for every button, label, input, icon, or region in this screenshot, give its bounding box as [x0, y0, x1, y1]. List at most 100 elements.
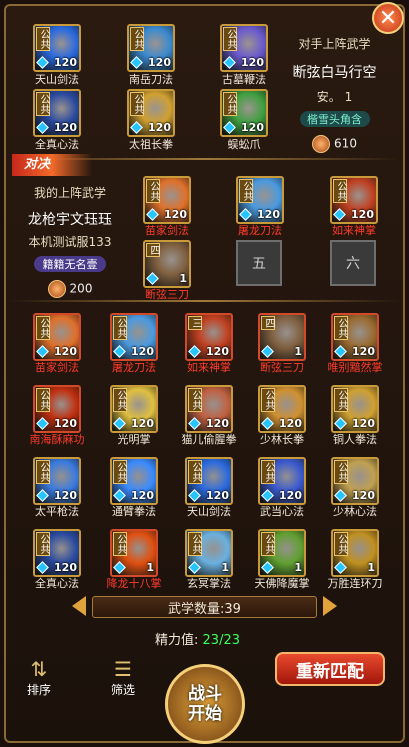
slot-5-label: 五 [252, 256, 266, 272]
opponent-skill-card[interactable]: 公共 120 [127, 24, 175, 72]
skill-tag: 公共 [334, 388, 348, 412]
energy-label: 精力值: [155, 633, 199, 648]
library-skill-card[interactable]: 公共 1 [110, 529, 158, 577]
skill-level: 1 [146, 561, 154, 574]
gem-icon [261, 489, 274, 502]
gem-icon [334, 417, 347, 430]
equipped-skill-card[interactable]: 公共 120 [330, 176, 378, 224]
skill-tag: 公共 [188, 460, 202, 484]
skill-level: 120 [131, 417, 154, 430]
slot-6-label: 六 [346, 256, 360, 272]
opponent-skill-card[interactable]: 公共 120 [127, 89, 175, 137]
gem-icon [36, 561, 49, 574]
skill-name: 降龙十八掌 [106, 577, 162, 590]
skill-name: 天佛降魔掌 [254, 577, 310, 590]
start-battle-button[interactable]: 战斗 开始 [165, 664, 245, 744]
skill-level: 120 [54, 417, 77, 430]
skill-count: 武学数量:39 [168, 601, 241, 617]
skill-name: 断弦三刀 [260, 361, 304, 374]
skill-name: 苗家剑法 [145, 224, 189, 237]
sort-button[interactable]: ⇅ 排序 [14, 652, 64, 702]
gem-icon [261, 561, 274, 574]
opponent-guild-badge: 楷雪头角含 [299, 111, 370, 127]
skill-level: 120 [279, 417, 302, 430]
gem-icon [113, 345, 126, 358]
prev-page-arrow[interactable] [72, 596, 86, 616]
library-skill-card[interactable]: 公共 120 [331, 385, 379, 433]
library-skill-card[interactable]: 公共 120 [110, 313, 158, 361]
locked-slot-5[interactable]: 五 [236, 240, 282, 286]
opponent-skill-card[interactable]: 公共 120 [33, 89, 81, 137]
equipped-skill-card[interactable]: 公共 120 [143, 176, 191, 224]
opponent-skill-card[interactable]: 公共 120 [220, 89, 268, 137]
skill-name: 太平枪法 [35, 505, 79, 518]
gem-icon [334, 489, 347, 502]
library-skill-card[interactable]: 公共 120 [258, 385, 306, 433]
skill-tag: 公共 [261, 460, 275, 484]
my-header: 我的上阵武学 [33, 186, 106, 200]
gem-icon [146, 208, 159, 221]
skill-tag: 公共 [36, 532, 50, 556]
gem-icon [113, 417, 126, 430]
skill-tag: 公共 [36, 316, 50, 340]
gem-icon [36, 345, 49, 358]
skill-name: 屠龙刀法 [238, 224, 282, 237]
locked-slot-6[interactable]: 六 [330, 240, 376, 286]
library-skill-card[interactable]: 公共 1 [331, 529, 379, 577]
rematch-button[interactable]: 重新匹配 [275, 652, 385, 686]
library-skill-card[interactable]: 公共 120 [331, 457, 379, 505]
skill-tag: 公共 [130, 92, 144, 116]
skill-name: 玄冥掌法 [187, 577, 231, 590]
library-skill-card[interactable]: 公共 120 [110, 457, 158, 505]
skill-name: 猫儿偷腥拳 [181, 433, 237, 446]
skill-tag: 公共 [261, 532, 275, 556]
opponent-skill-card[interactable]: 公共 120 [220, 24, 268, 72]
skill-level: 120 [148, 121, 171, 134]
library-skill-card[interactable]: 三 120 [185, 313, 233, 361]
library-skill-card[interactable]: 公共 120 [331, 313, 379, 361]
coin-icon [312, 135, 331, 153]
library-skill-card[interactable]: 公共 120 [185, 457, 233, 505]
skill-tag: 公共 [113, 532, 127, 556]
skill-level: 1 [294, 345, 302, 358]
equipped-skill-card[interactable]: 公共 120 [236, 176, 284, 224]
my-power: 200 [10, 280, 130, 298]
library-skill-card[interactable]: 四1 [258, 313, 306, 361]
skill-level: 120 [54, 121, 77, 134]
skill-name: 全真心法 [35, 138, 79, 151]
skill-tag: 公共 [223, 27, 237, 51]
library-skill-card[interactable]: 公共 120 [33, 457, 81, 505]
skill-tag: 四 [261, 316, 275, 330]
library-skill-card[interactable]: 公共 1 [185, 529, 233, 577]
filter-icon: ☰ [114, 656, 132, 681]
skill-name: 少林心法 [333, 505, 377, 518]
gem-icon [188, 489, 201, 502]
skill-level: 120 [352, 345, 375, 358]
skill-name: 天山剑法 [35, 73, 79, 86]
opponent-server: 安。 1 [316, 90, 353, 104]
skill-name: 铜人拳法 [333, 433, 377, 446]
opponent-skill-card[interactable]: 公共 120 [33, 24, 81, 72]
skill-name: 少林长拳 [260, 433, 304, 446]
library-skill-card[interactable]: 公共 1 [258, 529, 306, 577]
library-skill-card[interactable]: 公共 120 [185, 385, 233, 433]
gem-icon [146, 272, 159, 285]
skill-tag: 公共 [239, 179, 253, 203]
close-icon: ✕ [378, 5, 398, 31]
my-power-value: 200 [69, 281, 93, 296]
library-skill-card[interactable]: 公共 120 [33, 529, 81, 577]
library-skill-card[interactable]: 公共 120 [33, 313, 81, 361]
skill-level: 120 [54, 345, 77, 358]
gem-icon [334, 345, 347, 358]
skill-level: 120 [206, 417, 229, 430]
library-skill-card[interactable]: 公共 120 [110, 385, 158, 433]
skill-level: 1 [294, 561, 302, 574]
equipped-skill-card[interactable]: 四1 [143, 240, 191, 288]
next-page-arrow[interactable] [323, 596, 337, 616]
library-skill-card[interactable]: 公共 120 [258, 457, 306, 505]
filter-button[interactable]: ☰ 筛选 [98, 652, 148, 702]
gem-icon [334, 561, 347, 574]
library-skill-card[interactable]: 公共 120 [33, 385, 81, 433]
skill-name: 苗家剑法 [35, 361, 79, 374]
skill-level: 120 [279, 489, 302, 502]
